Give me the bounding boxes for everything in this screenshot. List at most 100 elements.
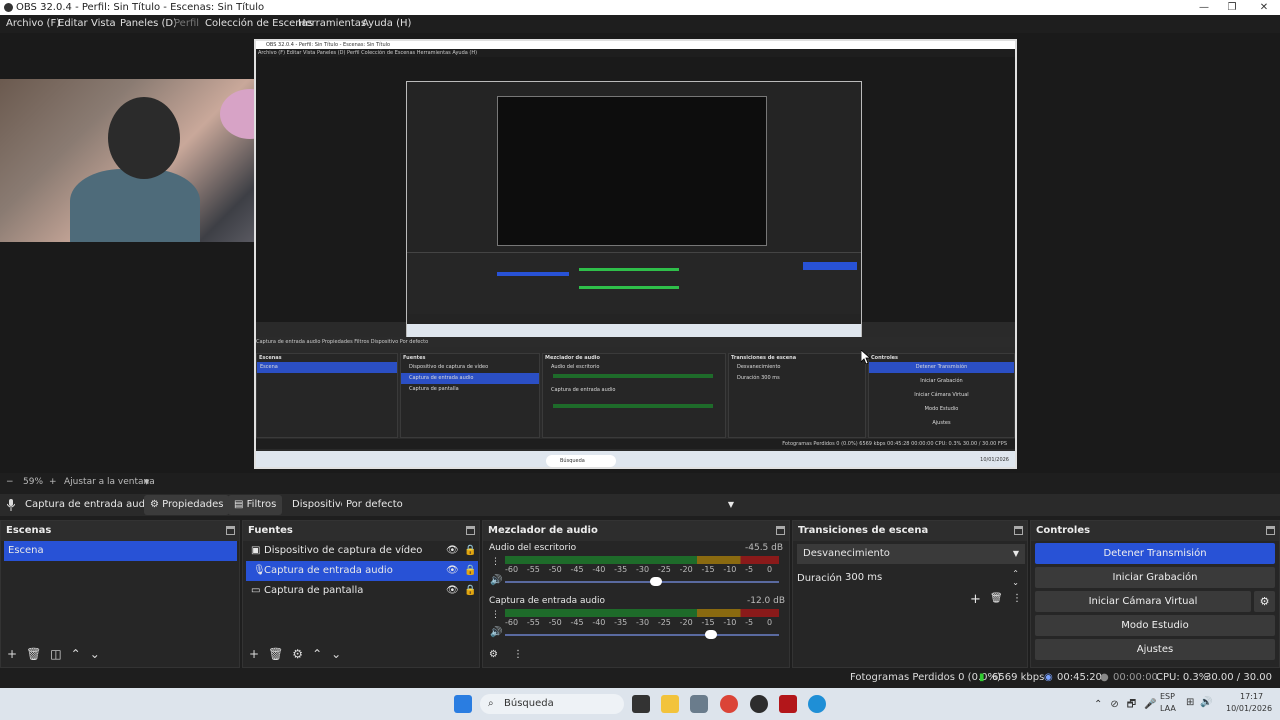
nested-panelbar: Captura de entrada audio Propiedades Fil… <box>256 337 1015 347</box>
scene-item[interactable]: Escena <box>4 541 237 561</box>
mixer-channel-db: -45.5 dB <box>745 543 784 553</box>
nested-duration: Duración 300 ms <box>737 375 780 381</box>
close-button[interactable]: ✕ <box>1250 0 1278 15</box>
device-select[interactable]: Por defecto ▼ <box>342 496 740 514</box>
eye-icon[interactable]: 👁 <box>446 581 459 601</box>
taskbar-search[interactable]: ⌕ Búsqueda <box>480 694 624 714</box>
filters-button[interactable]: ▤ Filtros <box>228 495 283 515</box>
meter-tick-label: -60 <box>505 618 519 627</box>
speaker-icon[interactable]: 🔊 <box>490 627 502 638</box>
mixer-menu-icon[interactable]: ⋮ <box>513 649 523 660</box>
meter-tick-label: -15 <box>701 618 715 627</box>
obs-taskbar-icon[interactable] <box>690 695 708 713</box>
remove-scene-button[interactable]: 🗑 <box>26 647 50 661</box>
settings-button[interactable]: Ajustes <box>1035 639 1275 660</box>
mixer-header: Mezclador de audio <box>483 521 789 541</box>
add-scene-button[interactable]: + <box>7 647 26 661</box>
fit-to-window-label[interactable]: Ajustar a la ventana <box>64 474 155 490</box>
tray-icons[interactable]: ⌃⊘🗗🎤 <box>1094 697 1165 714</box>
virtual-camera-settings-icon[interactable]: ⚙ <box>1254 591 1275 612</box>
nested-source-1: Dispositivo de captura de vídeo <box>409 364 489 370</box>
undock-icon[interactable] <box>1014 526 1023 535</box>
move-down-icon[interactable]: ⌄ <box>90 647 109 661</box>
selected-source-name: Captura de entrada audio <box>25 499 154 510</box>
channel-menu-icon[interactable]: ⋮ <box>491 610 500 620</box>
zoom-level: 59% <box>23 477 44 487</box>
eye-icon[interactable]: 👁 <box>446 541 459 561</box>
meter-tick-label: -20 <box>679 565 693 574</box>
source-item[interactable]: 🎙 Captura de entrada audio 👁 🔒 <box>246 561 478 581</box>
zoom-out-button[interactable]: − <box>6 474 14 490</box>
undock-icon[interactable] <box>776 526 785 535</box>
gear-icon: ⚙ <box>150 499 159 510</box>
channel-menu-icon[interactable]: ⋮ <box>491 557 500 567</box>
nested-status: Fotogramas Perdidos 0 (0.0%) 6569 kbps 0… <box>256 439 1015 449</box>
stop-stream-button[interactable]: Detener Transmisión <box>1035 543 1275 564</box>
maximize-button[interactable]: ❐ <box>1218 0 1246 15</box>
transition-select[interactable]: Desvanecimiento ▼ <box>797 544 1025 564</box>
move-up-icon[interactable]: ⌃ <box>312 647 331 661</box>
menu-herramientas[interactable]: Herramientas <box>298 15 366 33</box>
chrome-icon[interactable] <box>720 695 738 713</box>
file-explorer-icon[interactable] <box>661 695 679 713</box>
nested-taskbar: Búsqueda 10/01/2026 <box>256 451 1015 467</box>
status-bar: Fotogramas Perdidos 0 (0.0%) ▮ 6569 kbps… <box>0 668 1280 703</box>
volume-slider[interactable] <box>505 577 779 586</box>
menu-paneles[interactable]: Paneles (D) <box>120 15 177 33</box>
undock-icon[interactable] <box>226 526 235 535</box>
volume-slider[interactable] <box>505 630 779 639</box>
app-red-icon[interactable] <box>779 695 797 713</box>
signal-icon: ▮ <box>979 672 985 683</box>
advanced-audio-icon[interactable]: ⚙ <box>489 649 498 660</box>
scene-filters-icon[interactable]: ◫ <box>50 647 70 661</box>
meter-tick-label: -35 <box>614 565 628 574</box>
zoom-in-button[interactable]: + <box>49 474 57 490</box>
move-down-icon[interactable]: ⌄ <box>331 647 350 661</box>
meter-tick-label: -15 <box>701 565 715 574</box>
meter-tick-label: -55 <box>526 565 540 574</box>
transition-value: Desvanecimiento <box>803 548 890 559</box>
remove-source-button[interactable]: 🗑 <box>268 647 292 661</box>
menu-archivo[interactable]: Archivo (F) <box>6 15 60 33</box>
remove-transition-button[interactable]: 🗑 <box>990 593 1003 604</box>
menu-coleccion-escenas[interactable]: Colección de Escenas <box>205 15 313 33</box>
monitor-icon: ▭ <box>251 585 261 596</box>
undock-icon[interactable] <box>1266 526 1275 535</box>
transitions-dock: Transiciones de escena Desvanecimiento ▼… <box>792 520 1028 668</box>
menu-ayuda[interactable]: Ayuda (H) <box>362 15 411 33</box>
start-virtual-camera-button[interactable]: Iniciar Cámara Virtual <box>1035 591 1251 612</box>
menu-perfil[interactable]: Perfil <box>174 15 199 33</box>
lock-icon[interactable]: 🔒 <box>464 581 476 601</box>
edge-icon[interactable] <box>808 695 826 713</box>
fit-dropdown-icon[interactable]: ▼ <box>144 474 149 490</box>
studio-mode-button[interactable]: Modo Estudio <box>1035 615 1275 636</box>
app-icon[interactable] <box>750 695 768 713</box>
transition-menu-icon[interactable]: ⋮ <box>1012 593 1022 604</box>
lock-icon[interactable]: 🔒 <box>464 541 476 561</box>
add-source-button[interactable]: + <box>249 647 268 661</box>
meter-tick-label: -50 <box>548 565 562 574</box>
properties-label: Propiedades <box>162 499 224 510</box>
source-item[interactable]: ▭ Captura de pantalla 👁 🔒 <box>246 581 478 601</box>
menu-editar[interactable]: Editar <box>58 15 88 33</box>
properties-button[interactable]: ⚙ Propiedades <box>144 495 230 515</box>
windows-start-icon[interactable] <box>454 695 472 713</box>
lock-icon[interactable]: 🔒 <box>464 561 476 581</box>
source-item[interactable]: ▣ Dispositivo de captura de vídeo 👁 🔒 <box>246 541 478 561</box>
duration-input[interactable]: 300 ms ⌃ ⌄ <box>843 568 1025 588</box>
spin-down-icon[interactable]: ⌄ <box>1012 573 1019 593</box>
meter-tick-label: -10 <box>723 565 737 574</box>
minimize-button[interactable]: — <box>1190 0 1218 15</box>
source-properties-icon[interactable]: ⚙ <box>292 647 312 661</box>
eye-icon[interactable]: 👁 <box>446 561 459 581</box>
menu-vista[interactable]: Vista <box>91 15 116 33</box>
move-up-icon[interactable]: ⌃ <box>71 647 90 661</box>
start-recording-button[interactable]: Iniciar Grabación <box>1035 567 1275 588</box>
device-value: Por defecto <box>346 499 403 510</box>
nested-control-4: Modo Estudio <box>924 406 959 412</box>
tray-system-icons[interactable]: ⊞🔊 <box>1186 697 1219 708</box>
undock-icon[interactable] <box>466 526 475 535</box>
add-transition-button[interactable]: + <box>970 592 981 607</box>
speaker-icon[interactable]: 🔊 <box>490 575 502 586</box>
task-view-icon[interactable] <box>632 695 650 713</box>
